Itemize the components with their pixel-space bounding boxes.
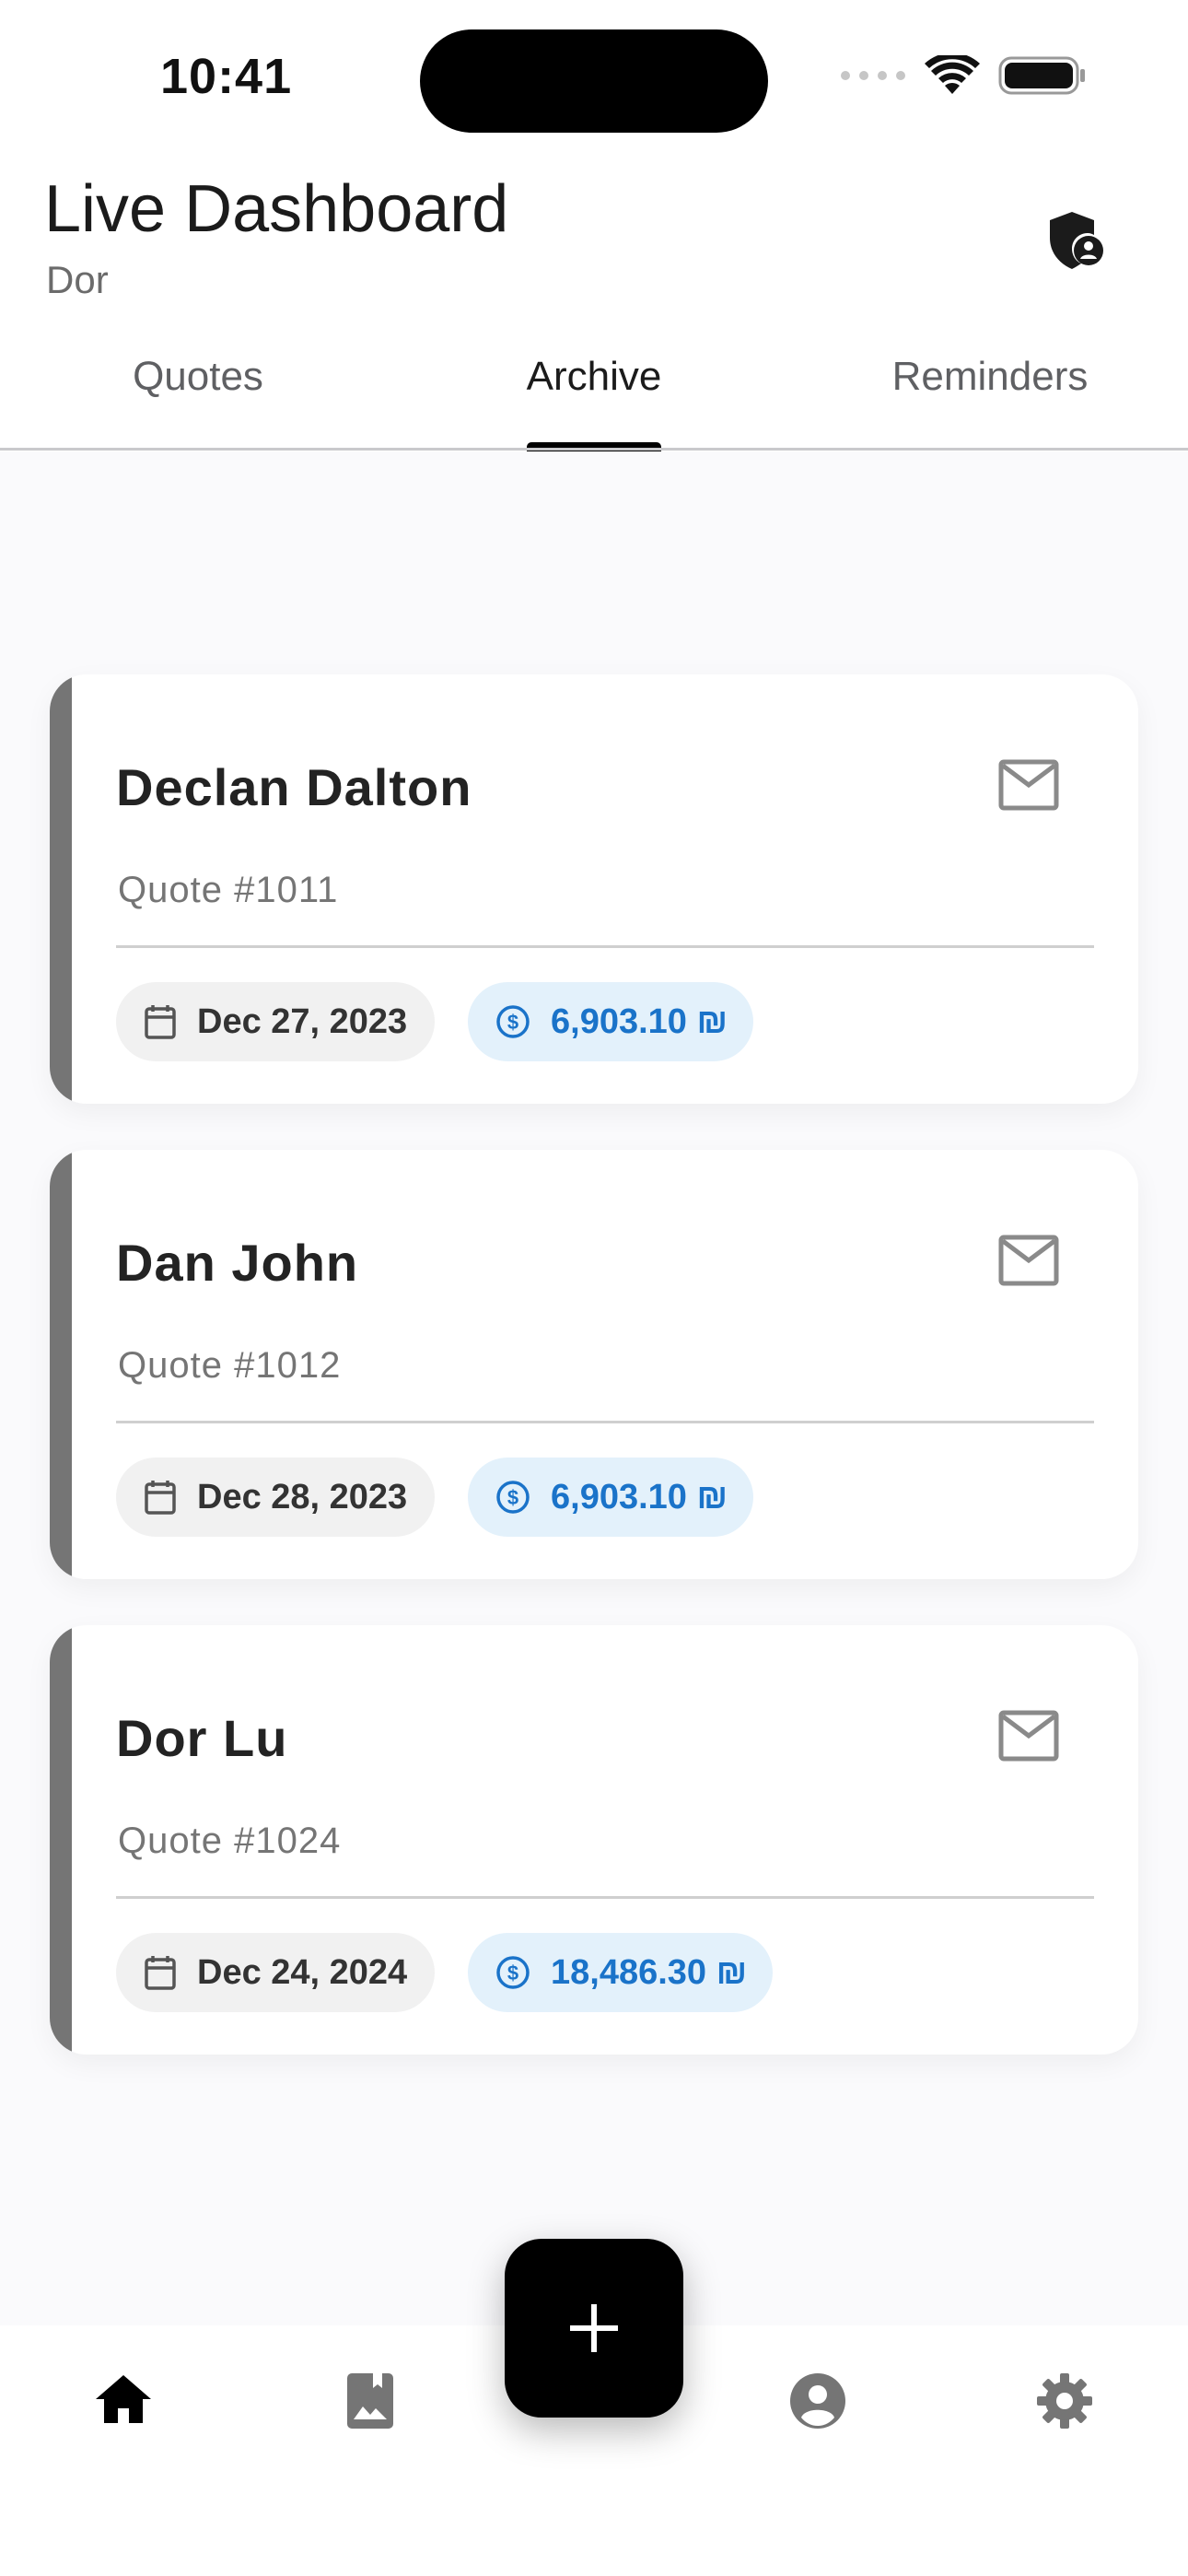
quote-date: Dec 27, 2023	[197, 1001, 408, 1041]
mail-icon	[998, 1710, 1059, 1762]
send-email-button[interactable]	[998, 1710, 1059, 1766]
status-icons	[840, 55, 1087, 96]
quote-number: Quote #1012	[118, 1345, 342, 1386]
quote-date: Dec 24, 2024	[197, 1952, 408, 1992]
nav-home[interactable]	[77, 2371, 169, 2464]
plus-icon	[570, 2304, 618, 2352]
quote-card[interactable]: Declan Dalton Quote #1011 Dec 27, 2023 $…	[50, 674, 1138, 1104]
calendar-icon	[144, 1954, 177, 1991]
page-title: Live Dashboard	[44, 172, 509, 246]
admin-shield-button[interactable]	[1044, 208, 1109, 277]
svg-text:$: $	[507, 1011, 518, 1034]
wifi-icon	[925, 55, 980, 94]
nav-gallery[interactable]	[324, 2371, 416, 2464]
amount-chip: $ 6,903.10 ₪	[468, 1458, 754, 1537]
mail-icon	[998, 1235, 1059, 1286]
status-time: 10:41	[160, 49, 293, 104]
tab-bar: Quotes Archive Reminders	[0, 354, 1188, 451]
calendar-icon	[144, 1003, 177, 1040]
tabs-divider	[0, 448, 1188, 451]
account-circle-icon	[790, 2373, 845, 2429]
dollar-circle-icon: $	[495, 1955, 530, 1990]
bookmark-image-icon	[347, 2373, 393, 2429]
tab-quotes-label: Quotes	[133, 354, 263, 399]
date-chip: Dec 24, 2024	[116, 1933, 435, 2012]
mail-icon	[998, 759, 1059, 811]
card-accent-bar	[50, 1625, 72, 2055]
nav-profile[interactable]	[772, 2371, 864, 2464]
card-divider	[116, 1896, 1094, 1899]
quote-number: Quote #1011	[118, 870, 339, 910]
card-divider	[116, 945, 1094, 948]
cellular-signal-icon	[841, 71, 905, 80]
quote-card[interactable]: Dan John Quote #1012 Dec 28, 2023 $ 6,90…	[50, 1150, 1138, 1579]
shield-user-icon	[1050, 212, 1103, 269]
date-chip: Dec 27, 2023	[116, 982, 435, 1061]
send-email-button[interactable]	[998, 1235, 1059, 1291]
tab-archive[interactable]: Archive	[460, 354, 728, 450]
quote-amount: 18,486.30 ₪	[551, 1952, 748, 1992]
customer-name: Dor Lu	[116, 1709, 288, 1767]
tab-quotes[interactable]: Quotes	[64, 354, 332, 450]
top-app-bar: 10:41 Live Dashboard Dor Quotes Archive …	[0, 0, 1188, 451]
nav-settings[interactable]	[1019, 2371, 1111, 2464]
home-icon	[96, 2375, 151, 2423]
battery-icon	[998, 56, 1085, 95]
quote-amount: 6,903.10 ₪	[551, 1001, 728, 1041]
card-divider	[116, 1421, 1094, 1423]
dollar-circle-icon: $	[495, 1480, 530, 1515]
dynamic-island	[420, 29, 768, 133]
svg-text:$: $	[507, 1486, 518, 1509]
customer-name: Dan John	[116, 1234, 359, 1292]
quote-number: Quote #1024	[118, 1821, 342, 1861]
settings-gear-icon	[1037, 2373, 1092, 2429]
tab-reminders[interactable]: Reminders	[856, 354, 1124, 450]
quote-card[interactable]: Dor Lu Quote #1024 Dec 24, 2024 $ 18,486…	[50, 1625, 1138, 2055]
add-quote-button[interactable]	[505, 2239, 683, 2418]
dollar-circle-icon: $	[495, 1004, 530, 1039]
amount-chip: $ 6,903.10 ₪	[468, 982, 754, 1061]
amount-chip: $ 18,486.30 ₪	[468, 1933, 774, 2012]
date-chip: Dec 28, 2023	[116, 1458, 435, 1537]
tab-reminders-label: Reminders	[891, 354, 1089, 399]
send-email-button[interactable]	[998, 759, 1059, 815]
customer-name: Declan Dalton	[116, 758, 472, 816]
quote-date: Dec 28, 2023	[197, 1477, 408, 1516]
tab-archive-label: Archive	[526, 354, 662, 399]
card-accent-bar	[50, 1150, 72, 1579]
card-accent-bar	[50, 674, 72, 1104]
svg-text:$: $	[507, 1961, 518, 1985]
calendar-icon	[144, 1479, 177, 1516]
quote-amount: 6,903.10 ₪	[551, 1477, 728, 1516]
page-subtitle: Dor	[46, 258, 109, 301]
